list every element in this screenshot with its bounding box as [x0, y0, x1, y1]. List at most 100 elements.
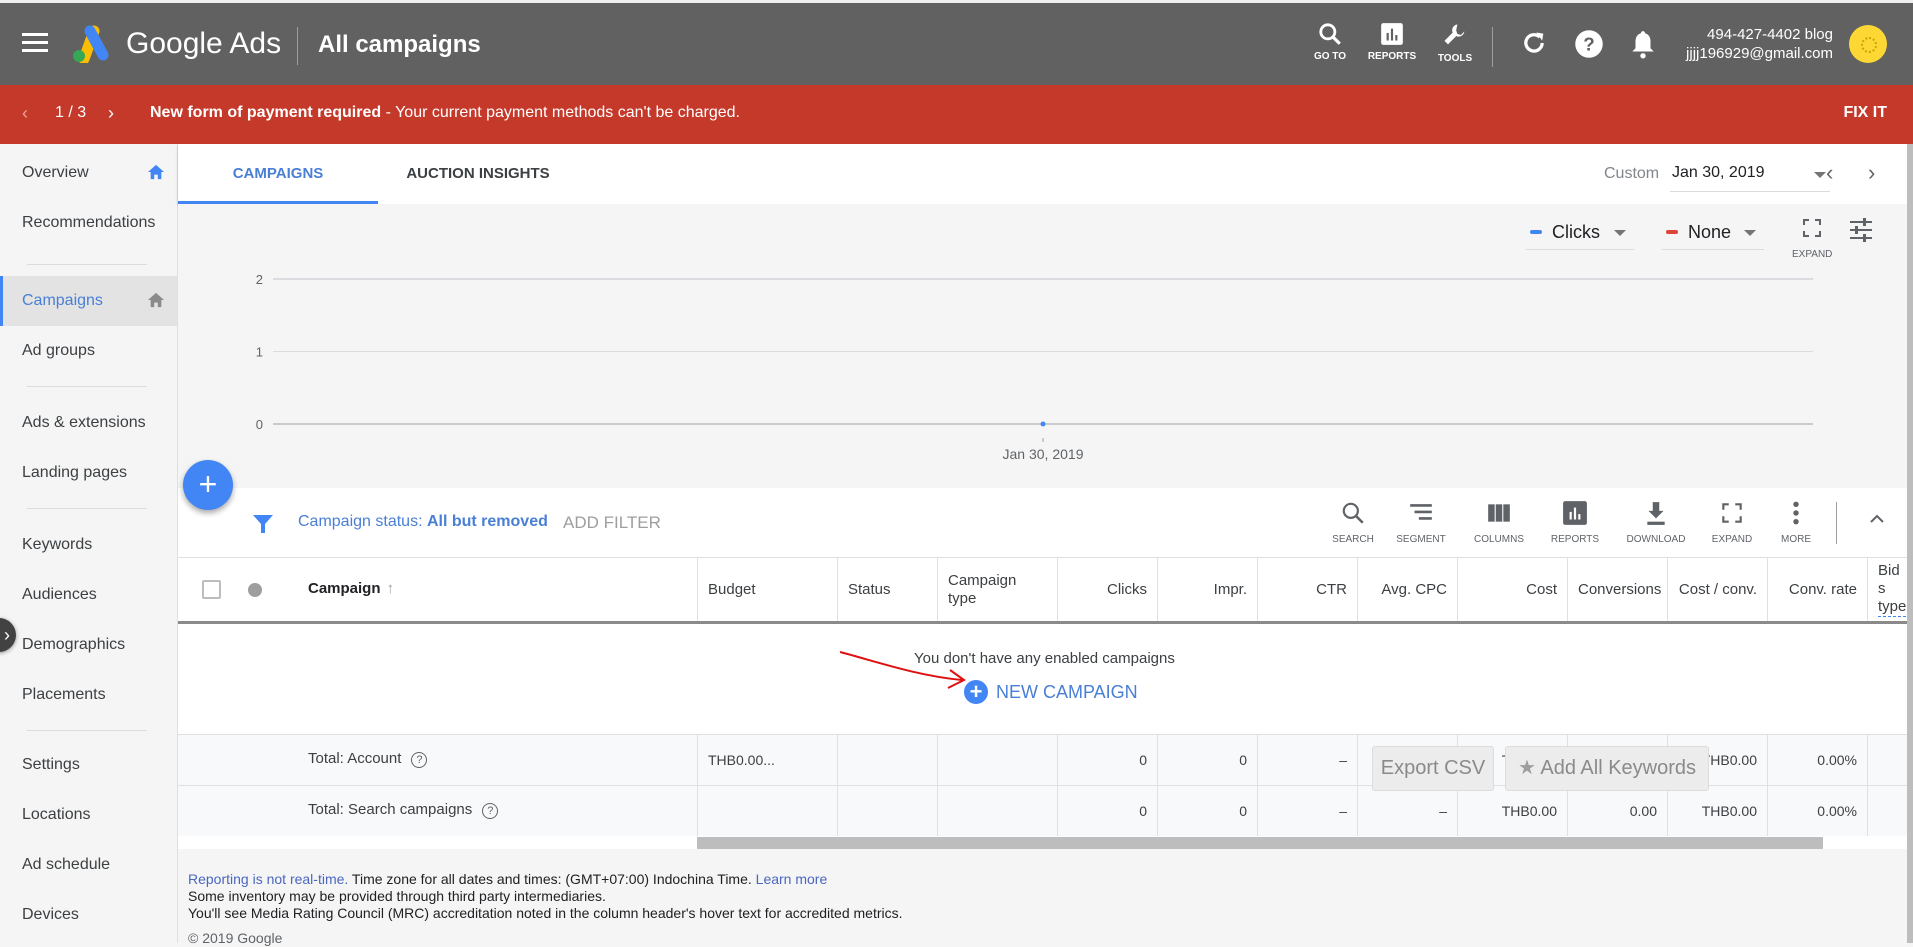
column-header-campaign-type[interactable]: Campaign type	[937, 558, 1057, 621]
date-range-selector[interactable]: Jan 30, 2019	[1670, 162, 1830, 192]
y-tick-label: 2	[256, 272, 263, 287]
alert-title: New form of payment required	[150, 104, 382, 121]
alert-prev-button[interactable]: ‹	[22, 103, 28, 124]
column-header-ctr[interactable]: CTR	[1257, 558, 1357, 621]
sidebar-item-placements[interactable]: Placements	[0, 670, 177, 720]
account-info[interactable]: 494-427-4402 blog jjjj196929@gmail.com	[1686, 25, 1833, 63]
payment-alert-bar: ‹ 1 / 3 › New form of payment required -…	[0, 85, 1913, 144]
export-csv-button[interactable]: Export CSV	[1372, 746, 1494, 791]
sidebar-item-label: Ad schedule	[22, 856, 111, 873]
notifications-bell-icon[interactable]	[1630, 29, 1656, 59]
sidebar-item-settings[interactable]: Settings	[0, 740, 177, 790]
sidebar-item-label: Audiences	[22, 586, 97, 603]
table-row-total-search: Total: Search campaigns? 0 0 – – THB0.00…	[178, 785, 1907, 836]
divider	[27, 508, 147, 509]
sidebar-item-audiences[interactable]: Audiences	[0, 570, 177, 620]
help-icon[interactable]: ?	[1574, 29, 1604, 59]
sidebar-item-campaigns[interactable]: Campaigns	[0, 276, 177, 326]
sidebar-item-locations[interactable]: Locations	[0, 790, 177, 840]
hamburger-menu-icon[interactable]	[22, 33, 48, 53]
sidebar-item-recommendations[interactable]: Recommendations	[0, 198, 177, 248]
divider	[1492, 27, 1493, 67]
columns-button[interactable]: COLUMNS	[1464, 500, 1534, 545]
tools-button[interactable]: TOOLS	[1425, 21, 1485, 64]
fix-it-button[interactable]: FIX IT	[1843, 104, 1887, 122]
more-button[interactable]: MORE	[1761, 500, 1831, 545]
alert-message: New form of payment required - Your curr…	[150, 104, 740, 122]
divider	[1836, 502, 1837, 544]
chevron-down-icon	[1814, 172, 1826, 178]
date-prev-button[interactable]: ‹	[1826, 160, 1833, 186]
filter-icon[interactable]	[252, 513, 274, 535]
tab-auction-insights[interactable]: AUCTION INSIGHTS	[378, 144, 578, 204]
column-header-clicks[interactable]: Clicks	[1057, 558, 1157, 621]
sidebar-item-ad-groups[interactable]: Ad groups	[0, 326, 177, 376]
tab-bar: CAMPAIGNS AUCTION INSIGHTS Custom Jan 30…	[178, 144, 1907, 204]
go-to-button[interactable]: GO TO	[1300, 21, 1360, 62]
column-header-cost-per-conv[interactable]: Cost / conv.	[1667, 558, 1767, 621]
divider	[27, 730, 147, 731]
column-header-cost[interactable]: Cost	[1457, 558, 1567, 621]
sidebar-nav: Overview Recommendations Campaigns Ad gr…	[0, 144, 178, 943]
wrench-icon	[1444, 24, 1465, 45]
search-icon	[1342, 502, 1364, 524]
learn-more-link[interactable]: Learn more	[756, 871, 828, 887]
sidebar-item-ad-schedule[interactable]: Ad schedule	[0, 840, 177, 890]
reports-button[interactable]: REPORTS	[1362, 21, 1422, 62]
add-all-keywords-button[interactable]: ★ Add All Keywords	[1505, 746, 1709, 791]
help-icon[interactable]: ?	[482, 803, 499, 819]
avatar[interactable]	[1849, 25, 1887, 63]
date-range-preset: Custom	[1604, 165, 1660, 182]
column-header-budget[interactable]: Budget	[697, 558, 837, 621]
sidebar-item-label: Ads & extensions	[22, 414, 146, 431]
fullscreen-icon	[1722, 503, 1742, 523]
column-header-conversions[interactable]: Conversions	[1567, 558, 1667, 621]
vertical-scrollbar[interactable]	[1907, 144, 1913, 943]
scrollbar-thumb[interactable]	[697, 837, 1823, 849]
column-header-campaign[interactable]: Campaign ↑	[308, 580, 394, 597]
refresh-icon[interactable]	[1520, 29, 1548, 57]
reporting-not-realtime-link[interactable]: Reporting is not real-time.	[188, 871, 348, 887]
y-tick-label: 1	[256, 345, 263, 360]
segment-button[interactable]: SEGMENT	[1386, 500, 1456, 545]
divider	[297, 27, 298, 65]
column-header-conv-rate[interactable]: Conv. rate	[1767, 558, 1867, 621]
sidebar-item-overview[interactable]: Overview	[0, 148, 177, 198]
sidebar-item-label: Placements	[22, 686, 106, 703]
download-button[interactable]: DOWNLOAD	[1621, 500, 1691, 545]
column-header-status[interactable]: Status	[837, 558, 937, 621]
sidebar-item-landing-pages[interactable]: Landing pages	[0, 448, 177, 498]
home-icon	[148, 164, 164, 180]
sort-ascending-icon: ↑	[386, 580, 395, 597]
clicks-line-chart: 0 1 2 Jan 30, 2019	[256, 272, 1813, 462]
column-header-avg-cpc[interactable]: Avg. CPC	[1357, 558, 1457, 621]
table-reports-button[interactable]: REPORTS	[1540, 500, 1610, 545]
sidebar-item-keywords[interactable]: Keywords	[0, 520, 177, 570]
table-search-button[interactable]: SEARCH	[1318, 500, 1388, 545]
campaign-status-filter-chip[interactable]: Campaign status: All but removed	[298, 513, 548, 531]
tab-campaigns[interactable]: CAMPAIGNS	[178, 144, 378, 204]
new-campaign-button[interactable]: + NEW CAMPAIGN	[964, 680, 1138, 704]
bar-chart-icon	[1381, 23, 1403, 45]
sidebar-item-demographics[interactable]: Demographics	[0, 620, 177, 670]
empty-message: You don't have any enabled campaigns	[914, 650, 1175, 667]
column-header-impr[interactable]: Impr.	[1157, 558, 1257, 621]
sidebar-item-devices[interactable]: Devices	[0, 890, 177, 940]
select-all-checkbox[interactable]	[202, 580, 221, 599]
performance-chart: Clicks None EXPAND 0 1 2 Jan 30, 2019	[178, 204, 1907, 488]
sidebar-item-ads-extensions[interactable]: Ads & extensions	[0, 398, 177, 448]
chevron-up-icon[interactable]	[1868, 510, 1886, 528]
horizontal-scrollbar[interactable]	[178, 837, 1907, 849]
add-filter-button[interactable]: ADD FILTER	[563, 513, 661, 533]
star-icon: ★	[1517, 757, 1536, 779]
date-next-button[interactable]: ›	[1868, 160, 1875, 186]
sidebar-item-label: Overview	[22, 164, 89, 181]
add-fab-button[interactable]: +	[183, 460, 233, 510]
alert-next-button[interactable]: ›	[108, 103, 114, 124]
data-point-clicks[interactable]	[1040, 421, 1046, 427]
column-header-bid-strategy-type[interactable]: Bid s type	[1867, 558, 1907, 621]
table-expand-button[interactable]: EXPAND	[1697, 500, 1767, 545]
help-icon[interactable]: ?	[411, 752, 428, 768]
plus-icon: +	[964, 680, 988, 704]
filter-bar: Campaign status: All but removed ADD FIL…	[178, 488, 1907, 558]
